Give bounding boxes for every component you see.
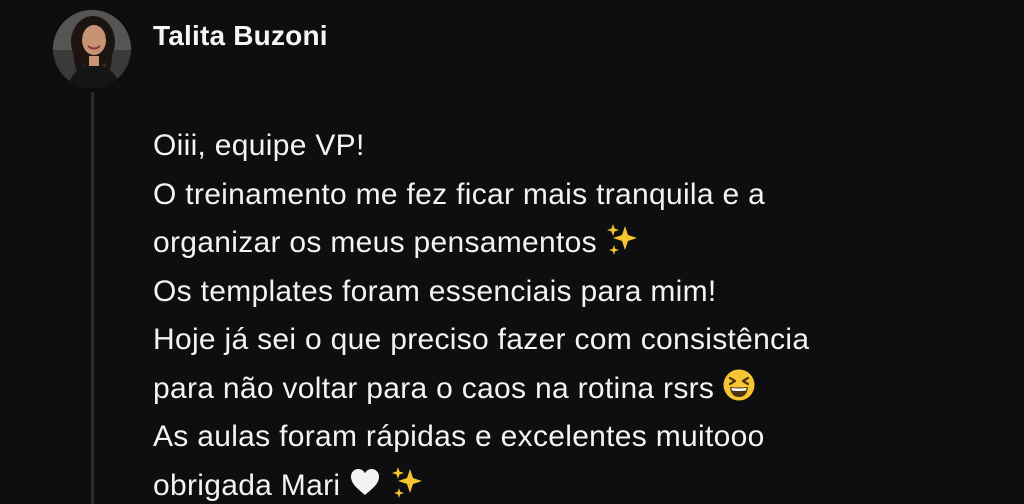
- message-line-7: As aulas foram rápidas e excelentes muit…: [153, 420, 765, 453]
- author-name[interactable]: Talita Buzoni: [153, 20, 328, 52]
- message-line-8: obrigada Mari: [153, 462, 993, 504]
- profile-photo-icon: [53, 10, 131, 88]
- message-line-4: Os templates foram essenciais para mim!: [153, 274, 717, 308]
- grinning-squinting-face-icon: [722, 368, 756, 402]
- message-body: Oiii, equipe VP! O treinamento me fez fi…: [153, 122, 993, 504]
- thread-line: [91, 92, 94, 504]
- message-line-6: para não voltar para o caos na rotina rs…: [153, 365, 993, 414]
- sparkles-icon: [605, 222, 639, 256]
- avatar[interactable]: [53, 10, 131, 88]
- message-line-2: O treinamento me fez ficar mais tranquil…: [153, 177, 766, 211]
- white-heart-icon: [348, 465, 382, 499]
- message-line-3: organizar os meus pensamentos: [153, 219, 993, 268]
- message-line-1: Oiii, equipe VP!: [153, 129, 365, 162]
- sparkles-icon: [390, 465, 424, 499]
- message-line-5: Hoje já sei o que preciso fazer com cons…: [153, 323, 810, 356]
